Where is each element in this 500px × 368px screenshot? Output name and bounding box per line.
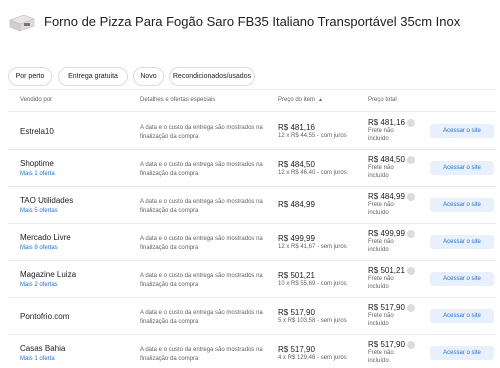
more-offers-link[interactable]: Mais 1 oferta (20, 171, 55, 177)
table-row: Shoptime Mais 1 oferta A data e o custo … (8, 150, 496, 187)
total-price: R$ 501,21 (368, 266, 405, 275)
installment-info: 10 x R$ 55,69 - com juros (278, 281, 347, 287)
info-icon[interactable] (407, 304, 415, 312)
shipping-note: Frete não incluído (368, 165, 394, 179)
seller-name[interactable]: Shoptime (20, 159, 54, 168)
offer-details: A data e o custo da entrega são mostrado… (140, 236, 263, 251)
filter-chip-refurbished[interactable]: Recondicionados/usados (169, 67, 255, 86)
total-price: R$ 481,16 (368, 118, 405, 127)
filter-chip-new[interactable]: Novo (133, 67, 164, 86)
item-price: R$ 484,99 (278, 200, 315, 209)
product-header: Forno de Pizza Para Fogão Saro FB35 Ital… (0, 0, 500, 56)
info-icon[interactable] (407, 267, 415, 275)
more-offers-link[interactable]: Mais 5 ofertas (20, 208, 58, 214)
header-item-price-label: Preço do item (278, 97, 316, 103)
table-row: Estrela10 A data e o custo da entrega sã… (8, 113, 496, 150)
seller-name[interactable]: Casas Bahia (20, 344, 65, 353)
shipping-note: Frete não incluído (368, 276, 394, 290)
product-title: Forno de Pizza Para Fogão Saro FB35 Ital… (44, 14, 461, 29)
table-header: Vendido por Detalhes e ofertas especiais… (8, 90, 496, 112)
header-item-price[interactable]: Preço do item ▲ (278, 97, 323, 103)
total-price: R$ 484,99 (368, 192, 405, 201)
seller-name[interactable]: Magazine Luiza (20, 270, 76, 279)
total-price: R$ 517,90 (368, 340, 405, 349)
product-thumbnail (9, 14, 35, 32)
table-row: TAO Utilidades Mais 5 ofertas A data e o… (8, 187, 496, 224)
visit-site-button[interactable]: Acessar o site (430, 235, 494, 249)
seller-name[interactable]: Estrela10 (20, 127, 54, 136)
offer-details: A data e o custo da entrega são mostrado… (140, 199, 263, 214)
shipping-note: Frete não incluído (368, 239, 394, 253)
header-seller: Vendido por (20, 97, 53, 103)
header-details: Detalhes e ofertas especiais (140, 97, 216, 103)
total-price: R$ 484,50 (368, 155, 405, 164)
total-price: R$ 517,90 (368, 303, 405, 312)
visit-site-button[interactable]: Acessar o site (430, 346, 494, 360)
shipping-note: Frete não incluído (368, 313, 394, 327)
info-icon[interactable] (407, 341, 415, 349)
info-icon[interactable] (407, 230, 415, 238)
shipping-note: Frete não incluído (368, 350, 394, 364)
visit-site-button[interactable]: Acessar o site (430, 124, 494, 138)
seller-name[interactable]: Pontofrio.com (20, 312, 69, 321)
table-row: Casas Bahia Mais 1 oferta A data e o cus… (8, 335, 496, 368)
installment-info: 12 x R$ 41,67 - sem juros (278, 244, 347, 250)
total-price: R$ 499,99 (368, 229, 405, 238)
filter-chip-nearby[interactable]: Por perto (8, 67, 52, 86)
installment-info: 5 x R$ 103,58 - sem juros (278, 318, 347, 324)
installment-info: 12 x R$ 46,40 - com juros (278, 170, 347, 176)
offer-details: A data e o custo da entrega são mostrado… (140, 310, 263, 325)
seller-name[interactable]: TAO Utilidades (20, 196, 73, 205)
offers-table: Vendido por Detalhes e ofertas especiais… (8, 89, 496, 368)
shipping-note: Frete não incluído (368, 202, 394, 216)
more-offers-link[interactable]: Mais 1 oferta (20, 356, 55, 362)
table-row: Magazine Luiza Mais 2 ofertas A data e o… (8, 261, 496, 298)
more-offers-link[interactable]: Mais 2 ofertas (20, 282, 58, 288)
item-price: R$ 517,90 (278, 308, 315, 317)
header-total-price: Preço total (368, 97, 397, 103)
item-price: R$ 481,16 (278, 123, 315, 132)
offer-details: A data e o custo da entrega são mostrado… (140, 273, 263, 288)
sort-arrow-icon: ▲ (318, 97, 323, 103)
seller-name[interactable]: Mercado Livre (20, 233, 71, 242)
installment-info: 4 x R$ 129,48 - sem juros (278, 355, 347, 361)
info-icon[interactable] (407, 193, 415, 201)
offer-details: A data e o custo da entrega são mostrado… (140, 125, 263, 140)
visit-site-button[interactable]: Acessar o site (430, 309, 494, 323)
visit-site-button[interactable]: Acessar o site (430, 272, 494, 286)
visit-site-button[interactable]: Acessar o site (430, 198, 494, 212)
table-row: Mercado Livre Mais 9 ofertas A data e o … (8, 224, 496, 261)
installment-info: 12 x R$ 44,55 - com juros (278, 133, 347, 139)
item-price: R$ 517,90 (278, 345, 315, 354)
shipping-note: Frete não incluído (368, 128, 394, 142)
item-price: R$ 484,50 (278, 160, 315, 169)
info-icon[interactable] (407, 156, 415, 164)
item-price: R$ 501,21 (278, 271, 315, 280)
more-offers-link[interactable]: Mais 9 ofertas (20, 245, 58, 251)
visit-site-button[interactable]: Acessar o site (430, 161, 494, 175)
info-icon[interactable] (407, 119, 415, 127)
table-row: Pontofrio.com A data e o custo da entreg… (8, 298, 496, 335)
filter-chip-free-shipping[interactable]: Entrega gratuita (58, 67, 128, 86)
offer-details: A data e o custo da entrega são mostrado… (140, 347, 263, 362)
offer-details: A data e o custo da entrega são mostrado… (140, 162, 263, 177)
item-price: R$ 499,99 (278, 234, 315, 243)
